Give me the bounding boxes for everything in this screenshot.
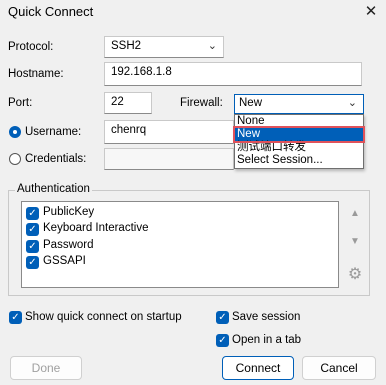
check-icon[interactable]: ✓: [216, 311, 229, 324]
protocol-select[interactable]: SSH2 ⌄: [104, 36, 224, 58]
hostname-input[interactable]: 192.168.1.8: [104, 62, 362, 86]
username-input[interactable]: chenrq: [104, 120, 234, 144]
hostname-label: Hostname:: [8, 68, 64, 80]
chevron-down-icon: ⌄: [207, 40, 217, 52]
port-label: Port:: [8, 97, 33, 109]
credentials-radio[interactable]: [9, 153, 21, 165]
check-icon[interactable]: ✓: [9, 311, 22, 324]
firewall-value: New: [239, 97, 263, 109]
connect-button[interactable]: Connect: [222, 356, 294, 380]
protocol-value: SSH2: [111, 40, 142, 52]
firewall-dropdown-list[interactable]: None New 测试端口转发 Select Session...: [233, 114, 365, 169]
firewall-label: Firewall:: [180, 97, 223, 109]
auth-method-label: GSSAPI: [43, 255, 86, 267]
username-radio[interactable]: [9, 126, 21, 138]
close-icon[interactable]: ✕: [356, 0, 386, 24]
move-up-icon[interactable]: ▲: [348, 207, 362, 221]
dropdown-option-new[interactable]: New: [233, 126, 365, 143]
protocol-label: Protocol:: [8, 41, 54, 53]
open-in-tab-label: Open in a tab: [232, 334, 302, 346]
username-label: Username:: [25, 126, 82, 138]
move-down-icon[interactable]: ▼: [348, 235, 362, 249]
show-on-startup-label: Show quick connect on startup: [25, 311, 182, 323]
check-icon[interactable]: ✓: [26, 256, 39, 269]
credentials-label: Credentials:: [25, 153, 87, 165]
check-icon[interactable]: ✓: [26, 207, 39, 220]
window-title: Quick Connect: [8, 4, 94, 19]
auth-method-label: Keyboard Interactive: [43, 222, 149, 234]
credentials-select[interactable]: [104, 148, 234, 170]
port-input[interactable]: 22: [104, 92, 152, 114]
check-icon[interactable]: ✓: [26, 223, 39, 236]
chevron-down-icon: ⌄: [347, 97, 357, 109]
check-icon[interactable]: ✓: [26, 240, 39, 253]
auth-method-label: PublicKey: [43, 206, 95, 218]
dropdown-option-select-session[interactable]: Select Session...: [235, 154, 363, 167]
auth-method-label: Password: [43, 239, 94, 251]
auth-methods-list[interactable]: ✓ PublicKey ✓ Keyboard Interactive ✓ Pas…: [21, 201, 339, 288]
done-button[interactable]: Done: [10, 356, 82, 380]
save-session-label: Save session: [232, 311, 301, 323]
dropdown-option-port-forward[interactable]: 测试端口转发: [235, 141, 363, 154]
firewall-select[interactable]: New ⌄: [234, 94, 364, 114]
cancel-button[interactable]: Cancel: [302, 356, 376, 380]
dropdown-option-none[interactable]: None: [235, 115, 363, 128]
gear-icon[interactable]: ⚙: [346, 266, 364, 284]
authentication-group-label: Authentication: [15, 183, 92, 195]
check-icon[interactable]: ✓: [216, 334, 229, 347]
